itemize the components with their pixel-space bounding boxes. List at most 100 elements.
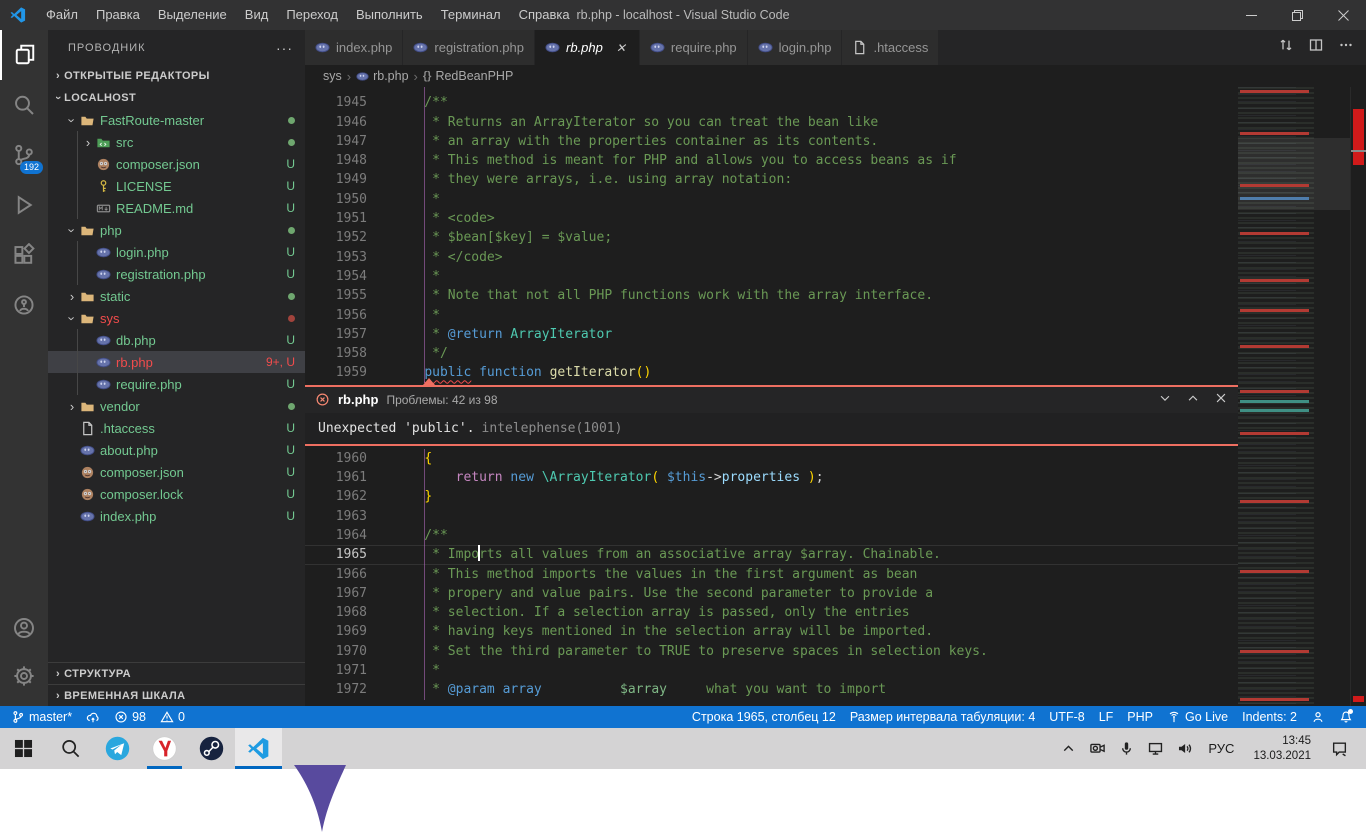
code-line-1968[interactable]: 1968 * selection. If a selection array i…	[305, 603, 1238, 622]
taskbar-steam[interactable]	[188, 728, 235, 769]
minimap[interactable]	[1238, 87, 1350, 706]
tab-.htaccess[interactable]: .htaccess	[842, 30, 939, 65]
tab-index.php[interactable]: index.php	[305, 30, 403, 65]
peek-message-row[interactable]: Unexpected 'public'. intelephense(1001)	[305, 413, 1238, 444]
tree-item-README.md[interactable]: README.mdU	[48, 197, 305, 219]
menu-Правка[interactable]: Правка	[87, 0, 149, 30]
outline-section[interactable]: › СТРУКТУРА	[48, 662, 305, 684]
status-master-[interactable]: master*	[4, 706, 79, 728]
network-icon[interactable]	[1142, 728, 1168, 769]
taskbar-start[interactable]	[0, 728, 47, 769]
menu-Выделение[interactable]: Выделение	[149, 0, 236, 30]
chevron-down-icon[interactable]	[1158, 391, 1172, 408]
tab-require.php[interactable]: require.php	[640, 30, 748, 65]
open-changes-icon[interactable]	[1278, 37, 1294, 58]
code-line-1965[interactable]: 1965 * Imports all values from an associ…	[305, 545, 1238, 564]
tree-item-LICENSE[interactable]: LICENSEU	[48, 175, 305, 197]
code-line-1955[interactable]: 1955 * Note that not all PHP functions w…	[305, 286, 1238, 305]
tree-item-composer.lock[interactable]: composer.lockU	[48, 483, 305, 505]
clock[interactable]: 13:4513.03.2021	[1245, 734, 1319, 764]
tree-item-sys[interactable]: ›sys	[48, 307, 305, 329]
code-line-1951[interactable]: 1951 * <code>	[305, 209, 1238, 228]
code-line-1959[interactable]: 1959 public function getIterator()	[305, 363, 1238, 382]
tree-item-static[interactable]: ›static	[48, 285, 305, 307]
tab-close-icon[interactable]: ✕	[613, 41, 629, 55]
status-98[interactable]: 98	[107, 706, 153, 728]
menu-Вид[interactable]: Вид	[236, 0, 278, 30]
peek-header[interactable]: rb.php Проблемы: 42 из 98	[305, 387, 1238, 413]
activitybar-extensions[interactable]	[0, 230, 48, 280]
tree-item-composer.json[interactable]: composer.jsonU	[48, 461, 305, 483]
tree-item-about.php[interactable]: about.phpU	[48, 439, 305, 461]
code-line-1971[interactable]: 1971 *	[305, 661, 1238, 680]
overview-ruler[interactable]	[1350, 87, 1366, 706]
speaker-icon[interactable]	[1171, 728, 1197, 769]
code-line-1945[interactable]: 1945 /**	[305, 93, 1238, 112]
taskbar-yandex-browser[interactable]	[141, 728, 188, 769]
status-feedback-person[interactable]	[1304, 706, 1332, 728]
activitybar-run-debug[interactable]	[0, 180, 48, 230]
status-lf[interactable]: LF	[1092, 706, 1121, 728]
status-0[interactable]: 0	[153, 706, 192, 728]
timeline-section[interactable]: › ВРЕМЕННАЯ ШКАЛА	[48, 684, 305, 706]
tree-item-php[interactable]: ›php	[48, 219, 305, 241]
code-line-1957[interactable]: 1957 * @return ArrayIterator	[305, 325, 1238, 344]
camera-icon[interactable]	[1084, 728, 1110, 769]
code-line-1963[interactable]: 1963	[305, 507, 1238, 526]
code-line-1958[interactable]: 1958 */	[305, 344, 1238, 363]
tree-item-composer.json[interactable]: composer.jsonU	[48, 153, 305, 175]
tree-item-index.php[interactable]: index.phpU	[48, 505, 305, 527]
code-line-1964[interactable]: 1964 /**	[305, 526, 1238, 545]
tree-item-login.php[interactable]: login.phpU	[48, 241, 305, 263]
taskbar-telegram[interactable]	[94, 728, 141, 769]
status-bell[interactable]	[1332, 706, 1360, 728]
status-php[interactable]: PHP	[1120, 706, 1160, 728]
close-button[interactable]	[1320, 0, 1366, 30]
root-folder-section[interactable]: › LOCALHOST	[48, 87, 305, 109]
code-line-1972[interactable]: 1972 * @param array $array what you want…	[305, 680, 1238, 699]
restore-button[interactable]	[1274, 0, 1320, 30]
tree-item-vendor[interactable]: ›vendor	[48, 395, 305, 417]
breadcrumb-symbol[interactable]: {}RedBeanPHP	[423, 69, 513, 83]
status-utf-8[interactable]: UTF-8	[1042, 706, 1091, 728]
activitybar-settings-gear[interactable]	[0, 652, 48, 700]
tree-item-require.php[interactable]: require.phpU	[48, 373, 305, 395]
menu-Выполнить[interactable]: Выполнить	[347, 0, 432, 30]
tab-rb.php[interactable]: rb.php✕	[535, 30, 640, 65]
activitybar-search[interactable]	[0, 80, 48, 130]
activitybar-explorer[interactable]	[0, 30, 48, 80]
code-line-1947[interactable]: 1947 * an array with the properties cont…	[305, 132, 1238, 151]
code-line-1961[interactable]: 1961 return new \ArrayIterator( $this->p…	[305, 468, 1238, 487]
menu-Файл[interactable]: Файл	[37, 0, 87, 30]
status-indents-2[interactable]: Indents: 2	[1235, 706, 1304, 728]
status-go-live[interactable]: Go Live	[1160, 706, 1235, 728]
open-editors-section[interactable]: › ОТКРЫТЫЕ РЕДАКТОРЫ	[48, 65, 305, 87]
activitybar-source-control[interactable]: 192	[0, 130, 48, 180]
tray-chevron-icon[interactable]	[1055, 728, 1081, 769]
taskbar-taskbar-search[interactable]	[47, 728, 94, 769]
code-line-1962[interactable]: 1962 }	[305, 487, 1238, 506]
tab-registration.php[interactable]: registration.php	[403, 30, 535, 65]
tree-item-rb.php[interactable]: rb.php9+, U	[48, 351, 305, 373]
chevron-up-icon[interactable]	[1186, 391, 1200, 408]
language-indicator[interactable]: РУС	[1200, 741, 1242, 756]
menu-Переход[interactable]: Переход	[277, 0, 347, 30]
taskbar-vscode[interactable]	[235, 728, 282, 769]
microphone-icon[interactable]	[1113, 728, 1139, 769]
tree-item-db.php[interactable]: db.phpU	[48, 329, 305, 351]
code-line-1954[interactable]: 1954 *	[305, 267, 1238, 286]
tree-item-FastRoute-master[interactable]: ›FastRoute-master	[48, 109, 305, 131]
close-icon[interactable]	[1214, 391, 1228, 408]
split-editor-icon[interactable]	[1308, 37, 1324, 58]
code-line-1970[interactable]: 1970 * Set the third parameter to TRUE t…	[305, 642, 1238, 661]
activitybar-account[interactable]	[0, 604, 48, 652]
minimize-button[interactable]	[1228, 0, 1274, 30]
code-line-1952[interactable]: 1952 * $bean[$key] = $value;	[305, 228, 1238, 247]
more-actions-icon[interactable]	[1338, 37, 1354, 58]
status-строка-1965-столбец-12[interactable]: Строка 1965, столбец 12	[685, 706, 843, 728]
breadcrumb-folder[interactable]: sys	[323, 69, 342, 83]
code-line-1949[interactable]: 1949 * they were arrays, i.e. using arra…	[305, 170, 1238, 189]
menu-Справка[interactable]: Справка	[510, 0, 579, 30]
code-line-1969[interactable]: 1969 * having keys mentioned in the sele…	[305, 622, 1238, 641]
code-line-1953[interactable]: 1953 * </code>	[305, 248, 1238, 267]
